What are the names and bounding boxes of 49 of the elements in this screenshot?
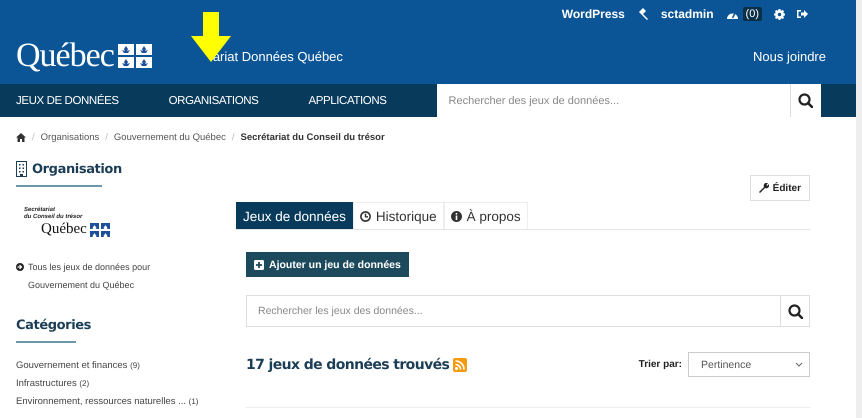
search-field[interactable]: Rechercher des jeux de données... [436, 84, 790, 117]
breadcrumb-link[interactable]: Gouvernement du Québec [114, 132, 226, 142]
category-link[interactable]: Infrastructures (2) [16, 375, 210, 393]
search-icon [788, 304, 802, 318]
tab[interactable]: Historique [352, 202, 444, 229]
logo-wordmark: Québec [41, 221, 87, 238]
search-icon [798, 93, 814, 108]
category-link[interactable]: Environnement, ressources naturelles ... (1) [16, 393, 210, 411]
search-button[interactable] [780, 295, 810, 327]
plus-icon [254, 260, 264, 270]
username-link[interactable]: sctadmin [660, 7, 714, 21]
wordpress-link[interactable]: WordPress [562, 7, 625, 21]
search-field[interactable]: Rechercher les jeux des données... [246, 295, 780, 327]
logo-wordmark[interactable]: Québec [16, 39, 114, 73]
section-heading: Catégories [16, 318, 92, 333]
edit-button[interactable]: Éditer [750, 175, 810, 201]
info-icon [450, 210, 462, 222]
breadcrumb-link[interactable]: Organisations [40, 132, 100, 142]
add-dataset-button[interactable]: Ajouter un jeu de données [246, 252, 409, 277]
sign-out-icon[interactable] [797, 9, 808, 19]
settings-icon[interactable] [774, 8, 785, 20]
section-heading: Organisation [32, 162, 122, 176]
flag-icon [118, 44, 152, 68]
nav-link[interactable]: ORGANISATIONS [168, 94, 258, 106]
notification-count[interactable]: (0) [742, 7, 762, 21]
sort-label: Trier par: [638, 359, 682, 370]
nav-link[interactable]: APPLICATIONS [308, 94, 387, 106]
parent-organization-link[interactable]: Tous les jeux de données pour Gouvernement du Québec [28, 258, 210, 294]
category-link[interactable]: Gouvernement et finances (9) [16, 357, 210, 375]
tab[interactable]: Jeux de données [236, 202, 353, 229]
home-icon[interactable] [16, 132, 26, 142]
flag-icon [90, 222, 110, 236]
search-button[interactable] [790, 84, 821, 117]
breadcrumb-separator: / [32, 132, 35, 142]
circle-arrow-icon [16, 263, 24, 271]
breadcrumb-separator: / [105, 132, 108, 142]
results-heading: 17 jeux de données trouvés [246, 356, 450, 372]
tab[interactable]: À propos [444, 202, 528, 229]
contact-link[interactable]: Nous joindre [753, 48, 826, 64]
sort-dropdown[interactable]: Pertinence [688, 352, 810, 377]
breadcrumb-separator: / [232, 132, 235, 142]
breadcrumb-link[interactable]: Secrétariat du Conseil du trésor [240, 132, 385, 142]
nav-link[interactable]: JEUX DE DONNÉES [16, 94, 119, 106]
building-icon [16, 161, 27, 177]
site-title[interactable]: ariat Données Québec [212, 48, 343, 64]
hammer-icon[interactable] [636, 8, 649, 20]
clock-icon [360, 210, 371, 222]
wrench-icon [758, 183, 769, 193]
chevron-down-icon [795, 362, 803, 367]
